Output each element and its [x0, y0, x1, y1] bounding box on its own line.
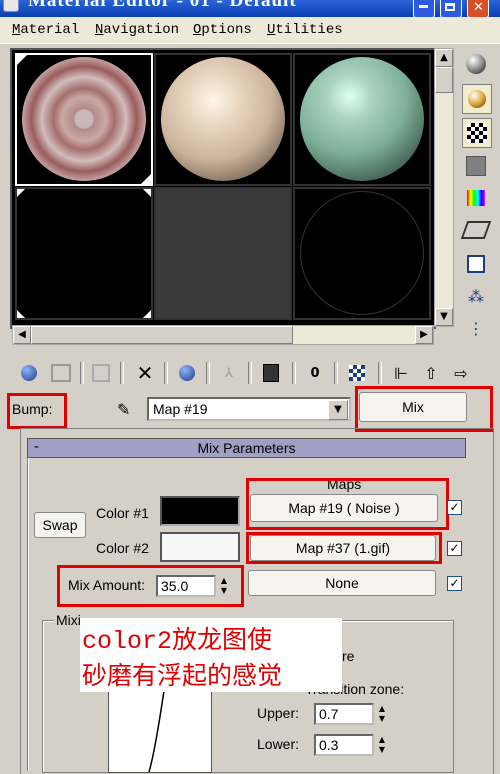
close-button[interactable]: ✕: [467, 0, 489, 17]
menu-options[interactable]: Options: [193, 22, 252, 38]
lower-spinner[interactable]: 0.3 ▲ ▼: [314, 734, 392, 756]
black-sphere: [22, 191, 146, 315]
scroll-up-icon[interactable]: ▲: [435, 49, 453, 67]
sample-slot-6[interactable]: [293, 187, 431, 320]
app-icon: [3, 0, 19, 12]
close-icon: ✕: [473, 0, 484, 15]
color1-swatch[interactable]: [160, 496, 240, 526]
sample-slots-panel: [10, 48, 436, 329]
scroll-right-icon[interactable]: ▶: [415, 326, 433, 344]
horizontal-scrollbar[interactable]: ◀ ▶: [12, 325, 434, 345]
copy-material-icon[interactable]: [176, 362, 198, 384]
options-icon[interactable]: [462, 250, 490, 278]
video-color-check-icon[interactable]: [462, 184, 490, 212]
select-by-material-icon[interactable]: ⁂: [462, 282, 490, 310]
annotation-line1: color2放龙图使: [82, 627, 273, 656]
assign-material-icon[interactable]: [90, 362, 112, 384]
make-unique-icon[interactable]: ⅄: [218, 362, 240, 384]
make-preview-icon[interactable]: [460, 216, 492, 244]
map3-button[interactable]: None: [248, 570, 436, 596]
minimize-button[interactable]: [413, 0, 435, 17]
annotation-note: color2放龙图使 砂磨有浮起的感觉: [80, 618, 342, 692]
use-curve-label: re: [342, 648, 355, 664]
go-to-parent-icon[interactable]: ⇧: [420, 362, 442, 384]
mix-amount-field[interactable]: 35.0: [156, 575, 216, 597]
chevron-down-icon[interactable]: ▼: [328, 400, 348, 420]
menu-bar: Material Navigation Options Utilities: [0, 17, 500, 44]
checker-background-icon[interactable]: [462, 118, 492, 148]
go-forward-icon[interactable]: ⇨: [450, 362, 472, 384]
dragon-texture-sphere: [22, 57, 146, 181]
show-map-icon[interactable]: [346, 362, 368, 384]
color2-swatch[interactable]: [160, 532, 240, 562]
lower-label: Lower:: [257, 736, 300, 752]
material-id-channel-icon[interactable]: 0: [304, 362, 326, 384]
scroll-thumb[interactable]: [435, 67, 453, 93]
menu-utilities[interactable]: Utilities: [267, 22, 343, 38]
map-name-dropdown[interactable]: Map #19 ▼: [147, 397, 351, 421]
scroll-thumb-h[interactable]: [31, 326, 293, 344]
window-title: Material Editor - 01 - Default: [28, 0, 297, 11]
color1-label: Color #1: [96, 505, 149, 521]
mix-amount-spinner[interactable]: 35.0 ▲ ▼: [156, 575, 234, 597]
menu-material[interactable]: Material: [12, 22, 79, 38]
map1-button[interactable]: Map #19 ( Noise ): [250, 494, 438, 522]
dark-sphere: [300, 191, 424, 315]
spin-up-icon[interactable]: ▲: [218, 576, 230, 586]
sample-slot-5[interactable]: [154, 187, 292, 320]
map2-checkbox[interactable]: ✓: [447, 541, 462, 556]
annotation-line2: 砂磨有浮起的感觉: [82, 663, 283, 692]
lower-field[interactable]: 0.3: [314, 734, 374, 756]
put-to-library-icon[interactable]: [260, 362, 282, 384]
rollout-border: [27, 458, 29, 771]
sample-type-sphere-icon[interactable]: [462, 50, 490, 78]
bump-label: Bump:: [12, 401, 53, 417]
swap-button[interactable]: Swap: [34, 512, 86, 538]
sample-slot-2[interactable]: [154, 53, 292, 186]
green-sphere: [300, 57, 424, 181]
backlight-icon[interactable]: [462, 84, 492, 114]
map-name-value: Map #19: [153, 401, 208, 417]
map1-checkbox[interactable]: ✓: [447, 500, 462, 515]
show-end-result-icon[interactable]: ⊩: [390, 362, 412, 384]
vertical-scrollbar[interactable]: ▲ ▼: [434, 48, 454, 327]
maximize-button[interactable]: [440, 0, 462, 17]
put-to-scene-icon[interactable]: [50, 362, 72, 384]
spin-up-icon[interactable]: ▲: [376, 704, 388, 714]
rollout-header[interactable]: - Mix Parameters: [27, 438, 466, 458]
rollout-title: Mix Parameters: [197, 440, 296, 456]
material-map-navigator-icon[interactable]: ⋮: [462, 314, 490, 342]
color2-label: Color #2: [96, 540, 149, 556]
reset-map-icon[interactable]: ✕: [134, 361, 156, 385]
upper-spinner[interactable]: 0.7 ▲ ▼: [314, 703, 392, 725]
sample-slot-1[interactable]: [15, 53, 153, 186]
upper-field[interactable]: 0.7: [314, 703, 374, 725]
spin-down-icon[interactable]: ▼: [218, 586, 230, 596]
sample-slot-4[interactable]: [15, 187, 153, 320]
spin-down-icon[interactable]: ▼: [376, 714, 388, 724]
spin-up-icon[interactable]: ▲: [376, 735, 388, 745]
sample-uv-tiling-icon[interactable]: [462, 152, 490, 180]
mixing-curve-label: Mixi: [54, 612, 83, 628]
map3-checkbox[interactable]: ✓: [447, 576, 462, 591]
menu-navigation[interactable]: Navigation: [95, 22, 179, 38]
spin-down-icon[interactable]: ▼: [376, 745, 388, 755]
map-type-button[interactable]: Mix: [359, 392, 467, 422]
sample-slot-3[interactable]: [293, 53, 431, 186]
map2-button[interactable]: Map #37 (1.gif): [250, 535, 436, 561]
title-bar: Material Editor - 01 - Default ✕: [0, 0, 500, 17]
scroll-left-icon[interactable]: ◀: [13, 326, 31, 344]
upper-label: Upper:: [257, 705, 300, 721]
get-material-icon[interactable]: [18, 362, 40, 384]
mix-amount-label: Mix Amount:: [68, 577, 146, 593]
scroll-down-icon[interactable]: ▼: [435, 308, 453, 326]
beige-sphere: [161, 57, 285, 181]
pick-material-icon[interactable]: ✎: [117, 400, 130, 419]
